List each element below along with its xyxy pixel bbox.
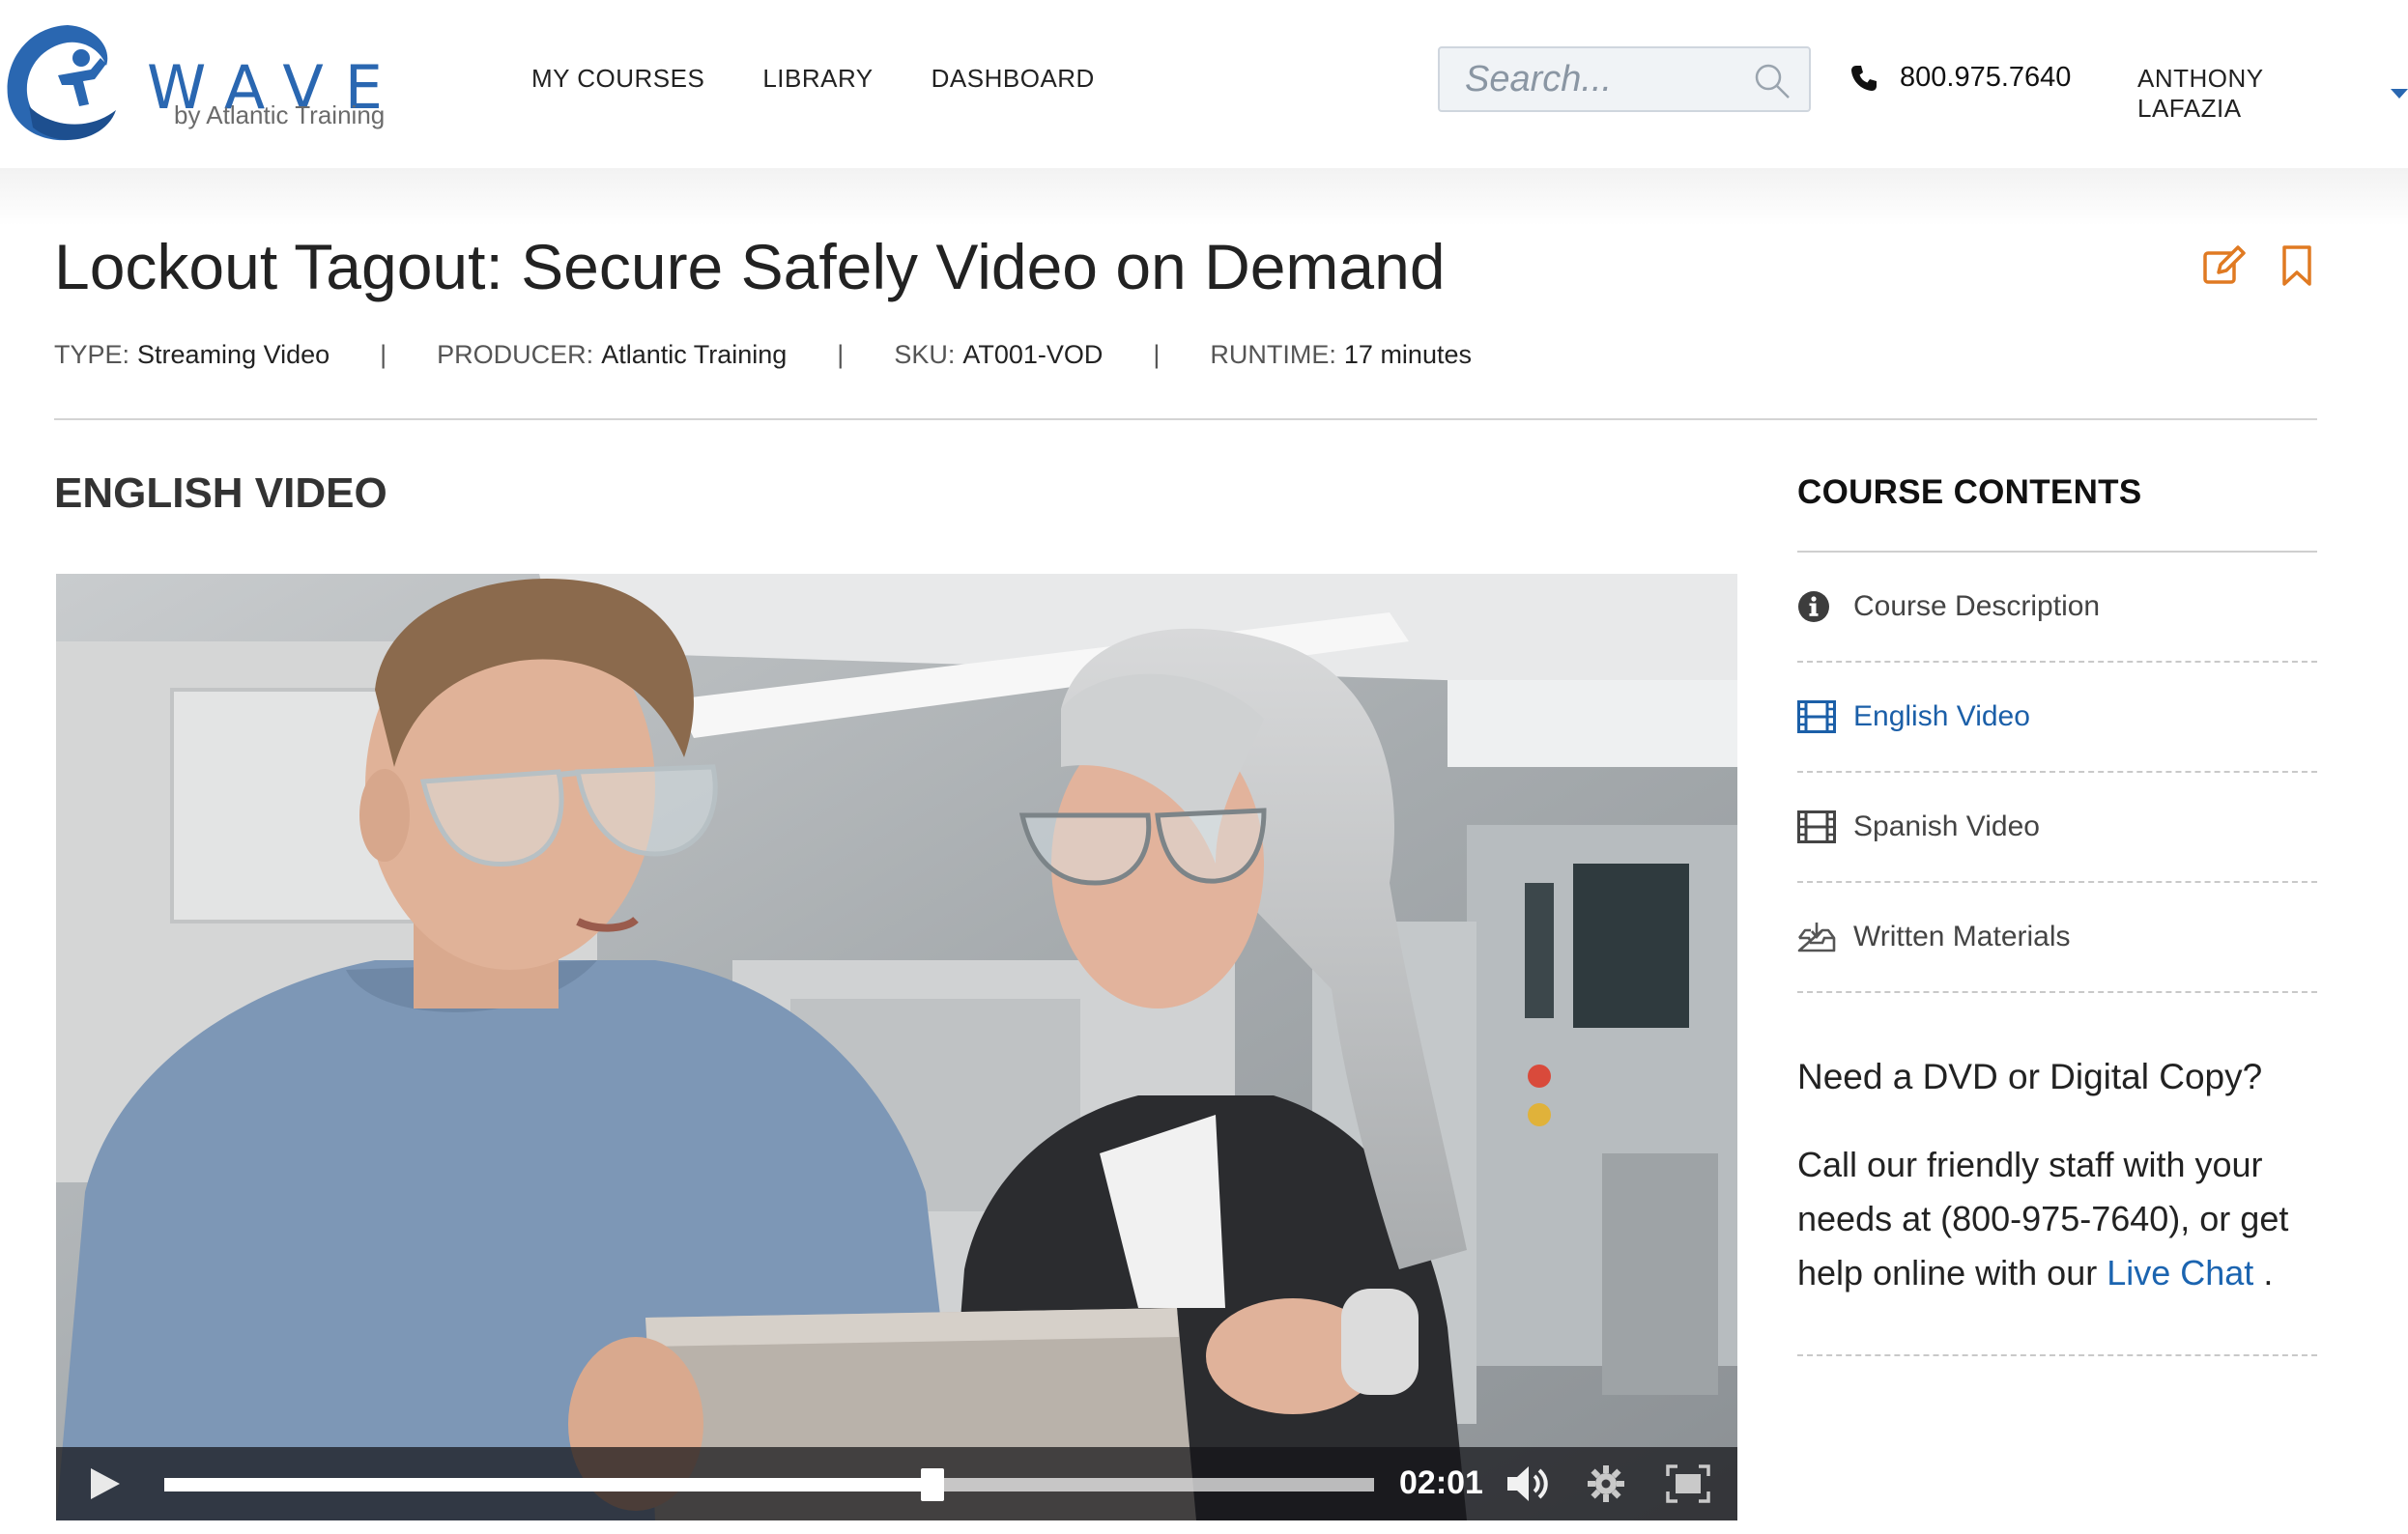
current-time: 02:01	[1399, 1464, 1483, 1501]
progress-played	[164, 1478, 933, 1491]
dvd-description: Call our friendly staff with your needs …	[1797, 1138, 2317, 1356]
chevron-down-icon	[2391, 89, 2408, 99]
sidebar-item-course-description[interactable]: Course Description	[1797, 553, 2317, 663]
logo-tagline: by Atlantic Training	[174, 100, 386, 129]
phone-contact[interactable]: 800.975.7640	[1849, 62, 2071, 94]
bookmark-icon[interactable]	[2275, 243, 2319, 288]
video-frame	[56, 574, 1737, 1520]
section-title: ENGLISH VIDEO	[54, 469, 387, 517]
user-menu[interactable]: ANTHONY LAFAZIA	[2137, 64, 2408, 124]
course-sidebar: COURSE CONTENTS Course Description Engli…	[1797, 473, 2317, 1356]
phone-icon	[1851, 65, 1877, 91]
meta-producer-label: PRODUCER:	[437, 340, 594, 369]
gear-icon[interactable]	[1587, 1464, 1625, 1503]
player-controls: 02:01	[56, 1447, 1737, 1520]
edit-note-icon[interactable]	[2201, 243, 2246, 288]
meta-type-label: TYPE:	[54, 340, 130, 369]
fullscreen-icon[interactable]	[1666, 1464, 1710, 1503]
film-icon	[1797, 700, 1836, 733]
wave-logo[interactable]: WAVE by Atlantic Training	[0, 14, 444, 149]
info-icon	[1798, 591, 1829, 622]
sidebar-item-label: Spanish Video	[1853, 810, 2040, 842]
progress-handle[interactable]	[921, 1468, 945, 1501]
film-icon	[1797, 810, 1836, 843]
search-box	[1438, 46, 1811, 112]
download-tray-icon	[1797, 923, 1836, 952]
user-name: ANTHONY LAFAZIA	[2137, 64, 2264, 123]
meta-producer-value: Atlantic Training	[601, 340, 788, 369]
sidebar-item-spanish-video[interactable]: Spanish Video	[1797, 773, 2317, 883]
sidebar-item-label: English Video	[1853, 700, 2030, 732]
meta-runtime-label: RUNTIME:	[1210, 340, 1336, 369]
meta-sku-label: SKU:	[894, 340, 956, 369]
video-player[interactable]: 02:01	[56, 574, 1737, 1520]
meta-separator: |	[1153, 340, 1161, 369]
meta-runtime-value: 17 minutes	[1343, 340, 1472, 369]
nav-library[interactable]: LIBRARY	[762, 64, 873, 94]
page-title: Lockout Tagout: Secure Safely Video on D…	[54, 231, 1446, 302]
progress-bar[interactable]	[164, 1468, 1374, 1501]
wave-logo-mark	[7, 25, 116, 141]
sidebar-item-label: Written Materials	[1853, 921, 2071, 952]
dvd-text-tail: .	[2253, 1253, 2274, 1293]
search-icon[interactable]	[1753, 62, 1792, 100]
meta-separator: |	[837, 340, 845, 369]
sidebar-item-english-video[interactable]: English Video	[1797, 663, 2317, 773]
sidebar-item-written-materials[interactable]: Written Materials	[1797, 883, 2317, 993]
title-actions	[2201, 243, 2319, 288]
title-divider	[54, 418, 2317, 420]
meta-sku-value: AT001-VOD	[962, 340, 1104, 369]
nav-my-courses[interactable]: MY COURSES	[531, 64, 704, 94]
nav-dashboard[interactable]: DASHBOARD	[932, 64, 1095, 94]
play-icon[interactable]	[85, 1464, 124, 1503]
main-nav: MY COURSES LIBRARY DASHBOARD	[531, 64, 1095, 94]
volume-icon[interactable]	[1505, 1463, 1550, 1505]
course-meta: TYPE: Streaming Video | PRODUCER: Atlant…	[54, 340, 1472, 370]
meta-separator: |	[380, 340, 387, 369]
live-chat-link[interactable]: Live Chat	[2107, 1253, 2253, 1293]
dvd-heading: Need a DVD or Digital Copy?	[1797, 1057, 2263, 1096]
meta-type-value: Streaming Video	[137, 340, 330, 369]
header-shadow	[0, 168, 2408, 226]
site-header: WAVE by Atlantic Training MY COURSES LIB…	[0, 0, 2408, 168]
phone-number: 800.975.7640	[1900, 62, 2072, 93]
sidebar-item-label: Course Description	[1853, 590, 2101, 622]
sidebar-title: COURSE CONTENTS	[1797, 473, 2142, 511]
